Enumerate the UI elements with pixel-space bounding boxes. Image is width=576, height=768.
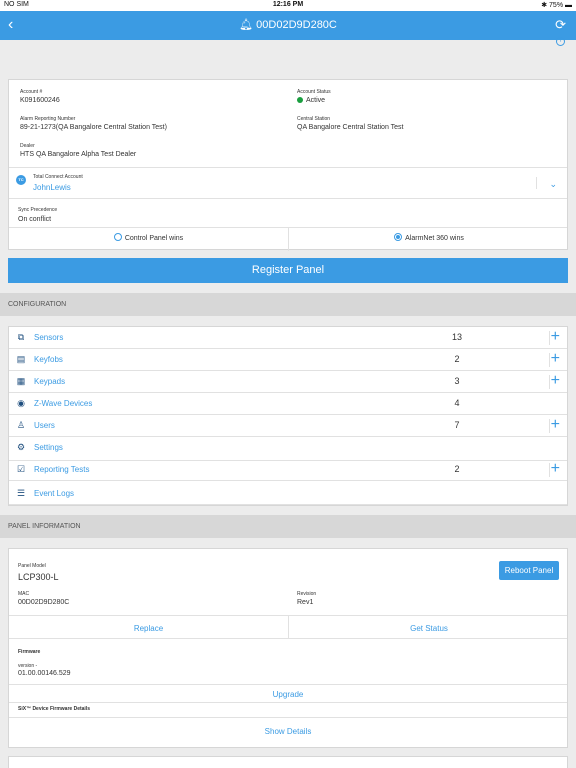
reporting-tests-icon: ☑ bbox=[16, 464, 26, 474]
config-row-count: 13 bbox=[451, 332, 462, 342]
alarmnet-wins-option[interactable]: AlarmNet 360 wins bbox=[289, 228, 569, 250]
account-status-label: Account Status bbox=[297, 89, 331, 95]
reboot-panel-button[interactable]: Reboot Panel bbox=[499, 561, 559, 580]
radio-selected-icon[interactable] bbox=[394, 233, 403, 241]
show-details-link[interactable]: Show Details bbox=[9, 727, 567, 736]
next-card bbox=[8, 756, 568, 768]
keypad-icon: ▦ bbox=[16, 376, 26, 386]
status-dot-icon bbox=[297, 97, 303, 103]
alarm-number: 89-21-1273(QA Bangalore Central Station … bbox=[20, 124, 167, 131]
battery-percent: 75% bbox=[549, 2, 564, 9]
config-row-event-logs[interactable]: ☰ Event Logs bbox=[9, 483, 567, 505]
config-row-label: Sensors bbox=[34, 333, 64, 342]
config-row-count: 4 bbox=[454, 398, 460, 408]
tc-account-selector[interactable]: TC Total Connect Account JohnLewis ⌄ bbox=[9, 168, 567, 198]
panel-model: LCP300-L bbox=[18, 572, 59, 582]
radio-unselected-icon[interactable] bbox=[113, 233, 122, 241]
bell-icon: 🔔︎ bbox=[239, 19, 254, 31]
sync-precedence-label: Sync Precedence bbox=[18, 207, 58, 213]
zwave-icon: ◉ bbox=[17, 398, 25, 408]
config-row-label: Reporting Tests bbox=[34, 465, 90, 474]
add-icon[interactable]: + bbox=[551, 460, 560, 478]
users-icon: ♙ bbox=[16, 420, 26, 430]
firmware-label: Firmware bbox=[18, 649, 41, 655]
dealer: HTS QA Bangalore Alpha Test Dealer bbox=[20, 151, 137, 158]
panel-information-card: Panel Model LCP300-L Reboot Panel MAC 00… bbox=[8, 548, 568, 748]
battery-indicator: ✱ 75% ▬ bbox=[541, 2, 572, 9]
divider bbox=[536, 177, 537, 189]
replace-link[interactable]: Replace bbox=[9, 624, 288, 633]
add-icon[interactable]: + bbox=[551, 372, 560, 390]
tc-account-value: JohnLewis bbox=[33, 183, 71, 192]
six-firmware-label: SiX™ Device Firmware Details bbox=[18, 706, 90, 712]
config-row-settings[interactable]: ⚙ Settings bbox=[9, 437, 567, 461]
config-row-label: Z-Wave Devices bbox=[34, 399, 93, 408]
account-status: Active bbox=[297, 97, 325, 104]
keyfob-icon: ▤ bbox=[16, 354, 26, 364]
add-icon[interactable]: + bbox=[551, 328, 560, 346]
tc-badge-icon: TC bbox=[16, 175, 26, 185]
config-row-count: 2 bbox=[454, 464, 460, 474]
mac-address: 00D02D9D280C bbox=[18, 599, 70, 606]
gear-icon: ⚙ bbox=[16, 442, 26, 452]
configuration-list: ⧉ Sensors 13 + ▤ Keyfobs 2 + ▦ Keypads 3 + ◉ Z-Wave D… bbox=[8, 326, 568, 506]
event-logs-icon: ☰ bbox=[16, 488, 26, 498]
mac-label: MAC bbox=[18, 591, 30, 597]
panel-information-header: PANEL INFORMATION bbox=[0, 515, 576, 538]
version-label: version - bbox=[18, 663, 38, 669]
add-icon[interactable]: + bbox=[551, 416, 560, 434]
dealer-label: Dealer bbox=[20, 143, 35, 149]
get-status-link[interactable]: Get Status bbox=[289, 624, 569, 633]
divider bbox=[9, 638, 567, 639]
register-panel-button[interactable]: Register Panel bbox=[8, 258, 568, 283]
account-card: Account # K091600246 Account Status Acti… bbox=[8, 79, 569, 251]
config-row-reporting-tests[interactable]: ☑ Reporting Tests 2 + bbox=[9, 459, 567, 481]
account-number-label: Account # bbox=[20, 89, 43, 95]
divider bbox=[9, 717, 567, 718]
config-row-count: 7 bbox=[454, 420, 460, 430]
config-row-keyfobs[interactable]: ▤ Keyfobs 2 + bbox=[9, 349, 567, 371]
config-row-users[interactable]: ♙ Users 7 + bbox=[9, 415, 567, 437]
central-station: QA Bangalore Central Station Test bbox=[297, 124, 404, 131]
account-status-value: Active bbox=[306, 97, 326, 104]
config-row-sensors[interactable]: ⧉ Sensors 13 + bbox=[9, 327, 567, 349]
panel-model-label: Panel Model bbox=[18, 563, 46, 569]
revision: Rev1 bbox=[297, 599, 314, 606]
status-bar: NO SIM 12:16 PM ✱ 75% ▬ bbox=[0, 0, 576, 11]
configuration-header: CONFIGURATION bbox=[0, 293, 576, 316]
central-station-label: Central Station bbox=[297, 116, 331, 122]
chevron-down-icon[interactable]: ⌄ bbox=[549, 179, 557, 190]
add-icon[interactable]: + bbox=[551, 350, 560, 368]
config-row-label: Keyfobs bbox=[34, 355, 63, 364]
revision-label: Revision bbox=[297, 591, 317, 597]
alarmnet-wins-label: AlarmNet 360 wins bbox=[405, 235, 464, 242]
sensors-icon: ⧉ bbox=[17, 332, 25, 342]
upgrade-link[interactable]: Upgrade bbox=[9, 690, 567, 699]
config-row-count: 2 bbox=[454, 354, 460, 364]
config-row-label: Event Logs bbox=[34, 489, 75, 498]
config-row-label: Keypads bbox=[34, 377, 66, 386]
page-title: 00D02D9D280C bbox=[256, 19, 337, 31]
help-icon[interactable]: ? bbox=[556, 37, 565, 46]
control-panel-wins-label: Control Panel wins bbox=[124, 235, 184, 242]
config-row-z-wave-devices[interactable]: ◉ Z-Wave Devices 4 bbox=[9, 393, 567, 415]
divider bbox=[9, 198, 567, 199]
refresh-icon[interactable]: ⟳ bbox=[555, 17, 566, 33]
config-row-count: 3 bbox=[454, 376, 460, 386]
nav-title-wrap: 🔔︎ 00D02D9D280C bbox=[0, 18, 576, 31]
firmware-version: 01.00.00146.529 bbox=[18, 670, 71, 677]
divider bbox=[9, 684, 567, 685]
config-row-label: Users bbox=[34, 421, 55, 430]
control-panel-wins-option[interactable]: Control Panel wins bbox=[9, 228, 288, 250]
sync-precedence-value: On conflict bbox=[18, 216, 52, 223]
clock: 12:16 PM bbox=[272, 1, 304, 8]
config-row-label: Settings bbox=[34, 443, 63, 452]
alarm-number-label: Alarm Reporting Number bbox=[20, 116, 76, 122]
nav-bar: ‹ 🔔︎ 00D02D9D280C ⟳ bbox=[0, 11, 576, 40]
account-number: K091600246 bbox=[20, 97, 60, 104]
config-row-keypads[interactable]: ▦ Keypads 3 + bbox=[9, 371, 567, 393]
divider bbox=[9, 702, 567, 703]
tc-account-label: Total Connect Account bbox=[33, 174, 83, 180]
